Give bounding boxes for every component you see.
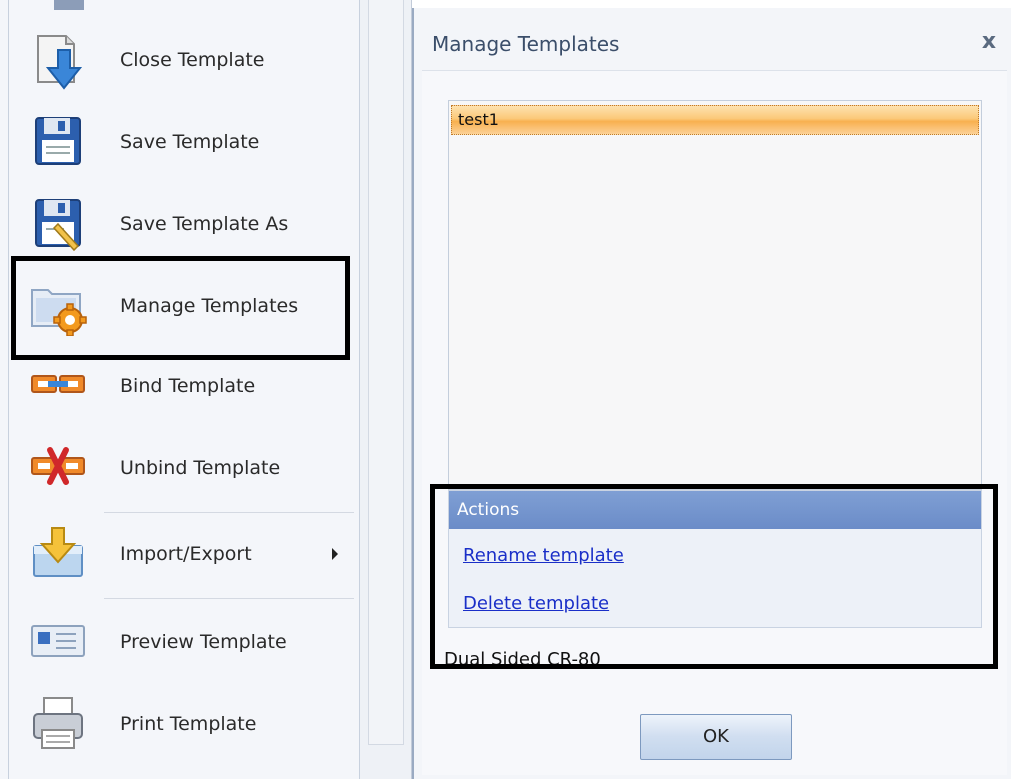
menu-item-preview-template[interactable]: Preview Template bbox=[20, 606, 350, 678]
menu-item-label: Bind Template bbox=[120, 375, 256, 397]
menu-item-label: Import/Export bbox=[120, 543, 252, 565]
menu-item-label: Save Template As bbox=[120, 213, 289, 235]
ok-button[interactable]: OK bbox=[640, 714, 792, 760]
menu-item-save-template[interactable]: Save Template bbox=[20, 106, 350, 178]
bind-icon bbox=[28, 356, 88, 416]
background-pane bbox=[360, 0, 412, 779]
save-as-icon bbox=[28, 194, 88, 254]
save-icon bbox=[28, 112, 88, 172]
menu-separator bbox=[104, 598, 354, 599]
template-list[interactable]: test1 bbox=[448, 100, 982, 490]
submenu-arrow-icon bbox=[332, 548, 338, 560]
menu-item-save-template-as[interactable]: Save Template As bbox=[20, 188, 350, 260]
menu-item-print-template[interactable]: Print Template bbox=[20, 688, 350, 760]
printer-icon bbox=[28, 694, 88, 754]
menu-separator bbox=[104, 512, 354, 513]
list-item[interactable]: test1 bbox=[451, 105, 979, 135]
manage-templates-highlight-box bbox=[11, 256, 350, 360]
close-icon[interactable]: x bbox=[975, 26, 1003, 58]
cropped-icon bbox=[54, 0, 84, 10]
close-template-icon bbox=[28, 30, 88, 90]
import-export-icon bbox=[28, 524, 88, 584]
menu-item-label: Unbind Template bbox=[120, 457, 281, 479]
actions-highlight-box bbox=[430, 484, 998, 669]
menu-item-label: Preview Template bbox=[120, 631, 287, 653]
unbind-icon bbox=[28, 438, 88, 498]
preview-icon bbox=[28, 612, 88, 672]
background-pane-inner bbox=[368, 0, 404, 745]
dialog-title: Manage Templates bbox=[432, 32, 620, 56]
menu-item-import-export[interactable]: Import/Export bbox=[20, 518, 350, 590]
menu-item-bind-template[interactable]: Bind Template bbox=[20, 350, 350, 422]
menu-border bbox=[8, 0, 9, 779]
menu-item-close-template[interactable]: Close Template bbox=[20, 24, 350, 96]
menu-item-label: Close Template bbox=[120, 49, 265, 71]
menu-item-label: Save Template bbox=[120, 131, 260, 153]
menu-item-unbind-template[interactable]: Unbind Template bbox=[20, 432, 350, 504]
menu-item-label: Print Template bbox=[120, 713, 257, 735]
file-menu: Close Template Save Template Save Templa… bbox=[0, 0, 360, 779]
